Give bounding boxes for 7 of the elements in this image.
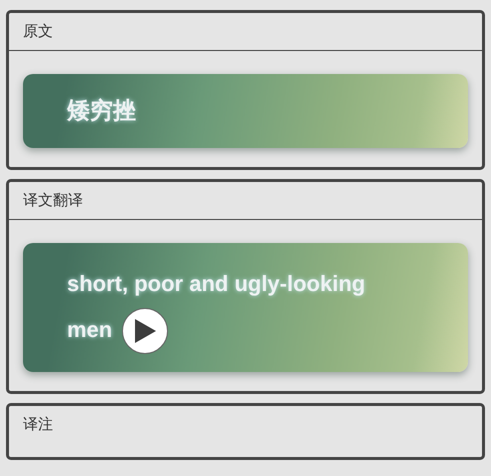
section-title: 译注 (23, 415, 53, 434)
play-icon (133, 318, 158, 344)
section-title: 译文翻译 (23, 191, 83, 210)
card-text: 矮穷挫 (67, 98, 136, 124)
card-text: short, poor and ugly-looking (67, 271, 366, 296)
section-title: 原文 (23, 22, 53, 41)
card-text: men (67, 317, 112, 342)
